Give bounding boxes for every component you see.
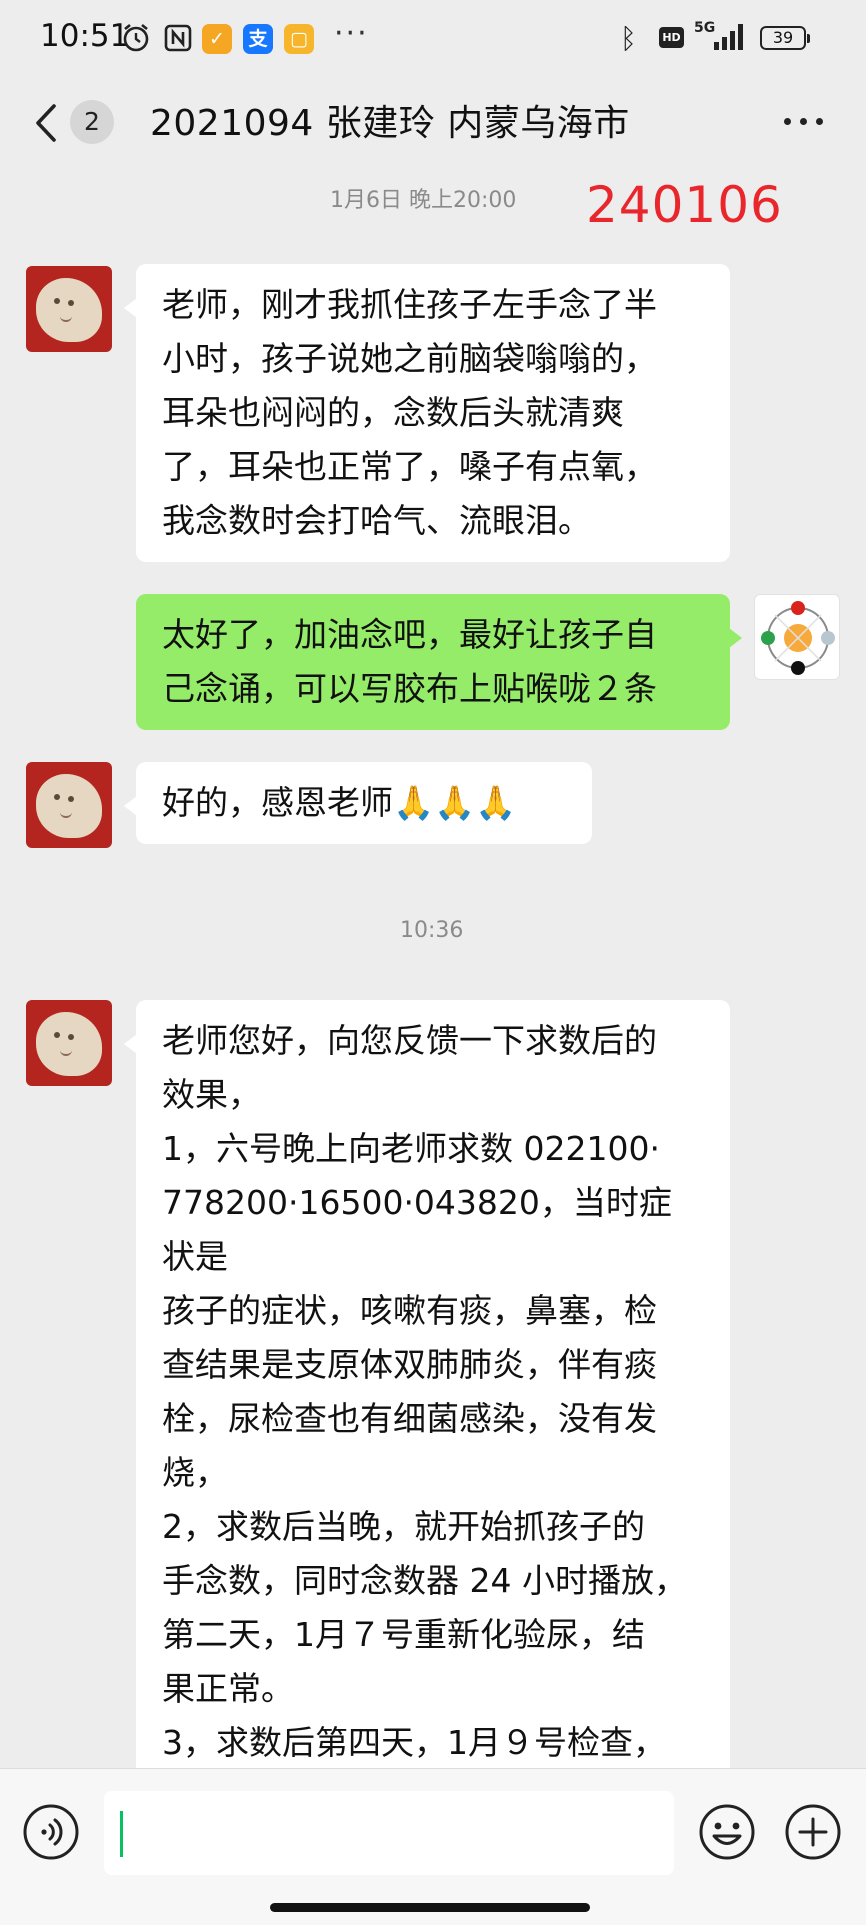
- status-bar: 10:51 ✓ 支 ▢ ··· ᛒ HD 5G 39: [0, 0, 866, 80]
- hd-voice-icon: HD: [659, 27, 684, 48]
- signal-icon: [714, 24, 743, 50]
- message-line: 果正常。: [162, 1669, 294, 1708]
- more-functions-button[interactable]: [784, 1803, 842, 1861]
- message-line: 烧，: [162, 1453, 228, 1492]
- avatar[interactable]: [26, 762, 112, 848]
- message-line: 778200·16500·043820，当时症: [162, 1183, 672, 1222]
- unread-count-badge[interactable]: 2: [70, 100, 114, 144]
- message-line: 己念诵，可以写胶布上贴喉咙２条: [162, 669, 657, 708]
- bluetooth-icon: ᛒ: [620, 22, 637, 55]
- message-line: 太好了，加油念吧，最好让孩子自: [162, 615, 657, 654]
- avatar[interactable]: [26, 1000, 112, 1086]
- voice-input-button[interactable]: [22, 1803, 80, 1861]
- battery-icon: 39: [760, 26, 810, 50]
- message-line: 1，六号晚上向老师求数 022100·: [162, 1129, 660, 1168]
- message-line: 效果，: [162, 1075, 261, 1114]
- alarm-icon: [123, 23, 149, 52]
- message-line: 小时，孩子说她之前脑袋嗡嗡的，: [162, 339, 657, 378]
- message-line: 老师您好，向您反馈一下求数后的: [162, 1021, 657, 1060]
- message-input[interactable]: [104, 1791, 674, 1875]
- message-line: 耳朵也闷闷的，念数后头就清爽: [162, 393, 624, 432]
- text-cursor: [120, 1811, 123, 1857]
- chat-title: 2021094 张建玲 内蒙乌海市: [150, 103, 630, 144]
- nfc-icon: [164, 24, 192, 52]
- teacher-avatar-icon: [761, 601, 835, 675]
- message-timestamp: 10:36: [400, 918, 464, 943]
- message-line: 2，求数后当晚，就开始抓孩子的: [162, 1507, 645, 1546]
- message-timestamp: 1月6日 晚上20:00: [330, 188, 517, 213]
- status-time: 10:51: [40, 18, 130, 54]
- message-line: 查结果是支原体双肺肺炎，伴有痰: [162, 1345, 657, 1384]
- message-line: 了，耳朵也正常了，嗓子有点氧，: [162, 447, 657, 486]
- home-indicator[interactable]: [270, 1903, 590, 1912]
- notes-app-icon: ▢: [284, 24, 314, 54]
- more-notifications-icon: ···: [334, 16, 369, 51]
- message-line: 手念数，同时念数器 24 小时播放，: [162, 1561, 687, 1600]
- message-bubble[interactable]: 好的，感恩老师🙏🙏🙏: [124, 762, 592, 844]
- message-line: 栓，尿检查也有细菌感染，没有发: [162, 1399, 657, 1438]
- app-notification-icon: ✓: [202, 24, 232, 54]
- avatar[interactable]: [754, 594, 840, 680]
- input-bar: [0, 1768, 866, 1925]
- avatar[interactable]: [26, 266, 112, 352]
- message-line: 孩子的症状，咳嗽有痰，鼻塞，检: [162, 1291, 657, 1330]
- more-options-button[interactable]: [780, 106, 828, 136]
- back-button[interactable]: [28, 98, 64, 148]
- message-line: 我念数时会打哈气、流眼泪。: [162, 501, 591, 540]
- message-line: 老师，刚才我抓住孩子左手念了半: [162, 285, 657, 324]
- message-line: 第二天，1月７号重新化验尿，结: [162, 1615, 645, 1654]
- date-stamp: 240106: [586, 176, 783, 234]
- message-bubble[interactable]: 老师，刚才我抓住孩子左手念了半 小时，孩子说她之前脑袋嗡嗡的， 耳朵也闷闷的，念…: [124, 264, 730, 562]
- message-line: 3，求数后第四天，1月９号检查，: [162, 1723, 666, 1762]
- emoji-button[interactable]: [698, 1803, 756, 1861]
- chat-header: 2 2021094 张建玲 内蒙乌海市: [0, 82, 866, 172]
- message-bubble[interactable]: 老师您好，向您反馈一下求数后的 效果， 1，六号晚上向老师求数 022100· …: [124, 1000, 730, 1800]
- alipay-icon: 支: [243, 24, 273, 54]
- message-bubble-sent[interactable]: 太好了，加油念吧，最好让孩子自 己念诵，可以写胶布上贴喉咙２条: [136, 594, 742, 730]
- message-line: 好的，感恩老师🙏🙏🙏: [162, 783, 517, 822]
- message-line: 状是: [162, 1237, 228, 1276]
